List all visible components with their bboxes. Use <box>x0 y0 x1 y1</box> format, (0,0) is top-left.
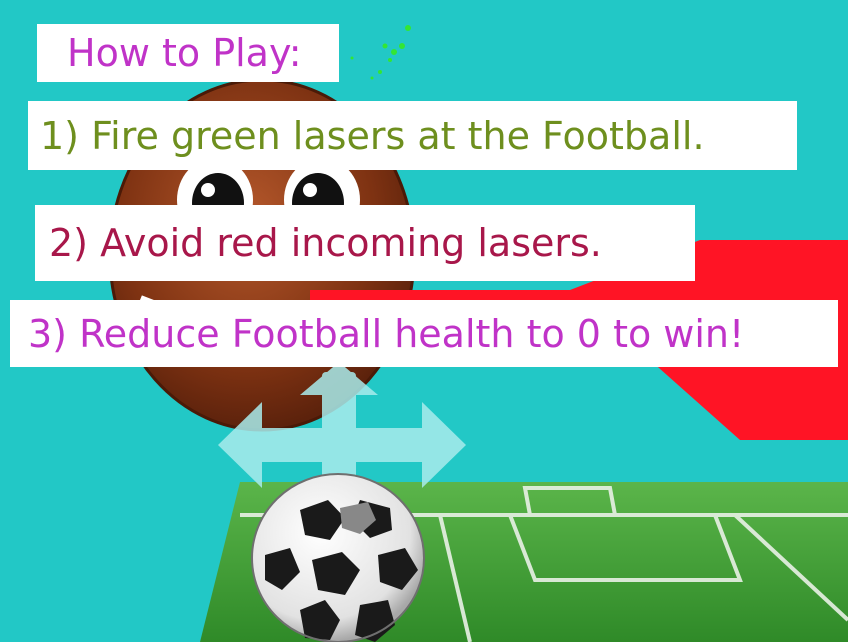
instruction-step-1: 1) Fire green lasers at the Football. <box>28 101 797 170</box>
player-laser-particles <box>350 25 411 80</box>
step-2-text: 2) Avoid red incoming lasers. <box>49 221 602 265</box>
heading-text: How to Play: <box>67 31 302 75</box>
instruction-step-2: 2) Avoid red incoming lasers. <box>35 205 695 281</box>
step-1-text: 1) Fire green lasers at the Football. <box>40 113 705 158</box>
how-to-play-heading: How to Play: <box>37 24 339 82</box>
step-3-text: 3) Reduce Football health to 0 to win! <box>28 311 745 356</box>
soccer-ball-player <box>251 473 425 642</box>
instruction-step-3: 3) Reduce Football health to 0 to win! <box>10 300 838 367</box>
